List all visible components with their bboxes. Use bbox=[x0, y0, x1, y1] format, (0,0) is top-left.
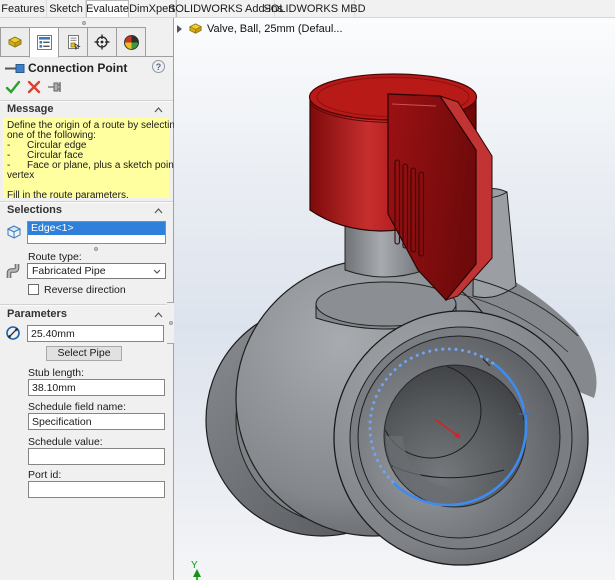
chevron-up-icon bbox=[154, 107, 163, 113]
selection-listbox[interactable]: Edge<1> bbox=[27, 221, 166, 244]
tab-featuremanager[interactable] bbox=[0, 27, 30, 57]
manager-tab-bar bbox=[0, 27, 173, 57]
parameters-section-label: Parameters bbox=[7, 308, 67, 320]
tab-solidworks-mbd[interactable]: SOLIDWORKS MBD bbox=[275, 0, 355, 17]
selected-edge-item[interactable]: Edge<1> bbox=[28, 222, 165, 235]
message-section-label: Message bbox=[7, 103, 53, 115]
panel-splitter-grip[interactable] bbox=[82, 21, 86, 25]
stub-length-label: Stub length: bbox=[28, 367, 84, 379]
selections-section-label: Selections bbox=[7, 204, 62, 216]
pin-button[interactable] bbox=[48, 81, 65, 93]
command-manager-toolbar: Features Sketch Evaluate DimXpert SOLIDW… bbox=[0, 0, 615, 18]
tree-expand-arrow-icon[interactable] bbox=[177, 25, 182, 33]
graphics-viewport[interactable]: Y Valve, Ball, 25mm (Defaul... bbox=[174, 18, 615, 580]
select-pipe-button[interactable]: Select Pipe bbox=[46, 346, 122, 361]
part-icon bbox=[188, 22, 203, 35]
part-icon bbox=[7, 35, 23, 49]
chevron-up-icon bbox=[154, 312, 163, 318]
message-box: Define the origin of a route by selectin… bbox=[3, 118, 169, 198]
flyout-grip-dot bbox=[169, 321, 173, 325]
selections-section-header[interactable]: Selections bbox=[0, 203, 173, 219]
route-type-value: Fabricated Pipe bbox=[32, 265, 106, 277]
valve-3d-model[interactable]: Y bbox=[174, 18, 615, 580]
message-section-header[interactable]: Message bbox=[0, 102, 173, 118]
chevron-down-icon bbox=[153, 269, 161, 274]
target-icon bbox=[94, 34, 110, 50]
orientation-triad: Y bbox=[191, 560, 201, 580]
tab-dimxpertmanager[interactable] bbox=[87, 27, 117, 57]
reverse-direction-label: Reverse direction bbox=[44, 284, 126, 296]
property-list-icon bbox=[37, 35, 52, 50]
reverse-direction-checkbox[interactable] bbox=[28, 284, 39, 295]
edge-selection-icon bbox=[5, 223, 23, 241]
listbox-resize-grip[interactable] bbox=[94, 247, 98, 251]
valve-front-port[interactable] bbox=[334, 311, 588, 565]
divider bbox=[0, 304, 173, 306]
tab-propertymanager[interactable] bbox=[29, 27, 59, 58]
route-type-dropdown[interactable]: Fabricated Pipe bbox=[27, 263, 166, 279]
tab-features[interactable]: Features bbox=[0, 0, 47, 17]
tab-displaymanager[interactable] bbox=[116, 27, 146, 57]
chevron-up-icon bbox=[154, 208, 163, 214]
stub-length-field[interactable] bbox=[28, 379, 165, 396]
property-manager-panel: Connection Point ? Message bbox=[0, 18, 174, 580]
parameters-section-header[interactable]: Parameters bbox=[0, 307, 173, 323]
panel-actions bbox=[0, 78, 173, 98]
route-pipe-icon bbox=[6, 263, 21, 279]
port-id-field[interactable] bbox=[28, 481, 165, 498]
tab-solidworks-addins[interactable]: SOLIDWORKS Add-Ins bbox=[177, 0, 275, 17]
configurations-icon bbox=[66, 35, 81, 50]
port-id-label: Port id: bbox=[28, 469, 61, 481]
display-sphere-icon bbox=[124, 35, 139, 50]
tab-sketch[interactable]: Sketch bbox=[47, 0, 86, 17]
cancel-button[interactable] bbox=[27, 80, 41, 94]
diameter-field[interactable] bbox=[27, 325, 164, 342]
diameter-icon bbox=[5, 325, 21, 341]
tab-evaluate[interactable]: Evaluate bbox=[86, 0, 129, 17]
panel-title: Connection Point bbox=[28, 61, 127, 75]
tab-configurationmanager[interactable] bbox=[58, 27, 88, 57]
schedule-value-label: Schedule value: bbox=[28, 436, 103, 448]
ok-button[interactable] bbox=[5, 80, 21, 94]
schedule-field-name-label: Schedule field name: bbox=[28, 401, 126, 413]
property-manager-header: Connection Point ? bbox=[0, 59, 173, 77]
solidworks-window: Features Sketch Evaluate DimXpert SOLIDW… bbox=[0, 0, 615, 580]
feature-tree-item[interactable]: Valve, Ball, 25mm (Defaul... bbox=[177, 21, 343, 36]
route-type-label: Route type: bbox=[28, 251, 82, 263]
schedule-field-name-field[interactable] bbox=[28, 413, 165, 430]
schedule-value-field[interactable] bbox=[28, 448, 165, 465]
connection-point-icon bbox=[4, 63, 26, 74]
tree-item-label: Valve, Ball, 25mm (Defaul... bbox=[207, 23, 343, 35]
help-icon[interactable]: ? bbox=[152, 60, 165, 73]
